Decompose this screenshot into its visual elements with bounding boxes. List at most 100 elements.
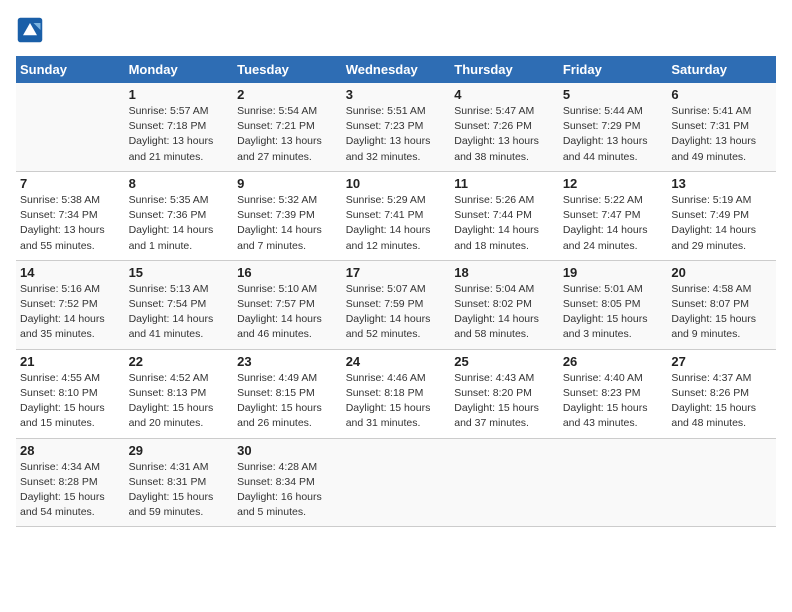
week-row-3: 14 Sunrise: 5:16 AM Sunset: 7:52 PM Dayli… [16, 260, 776, 349]
day-info: Sunrise: 4:49 AM Sunset: 8:15 PM Dayligh… [237, 371, 338, 432]
day-info: Sunrise: 5:19 AM Sunset: 7:49 PM Dayligh… [671, 193, 772, 254]
calendar-cell: 5 Sunrise: 5:44 AM Sunset: 7:29 PM Daylig… [559, 83, 668, 171]
day-info: Sunrise: 4:40 AM Sunset: 8:23 PM Dayligh… [563, 371, 664, 432]
calendar-table: SundayMondayTuesdayWednesdayThursdayFrid… [16, 56, 776, 527]
day-number: 1 [129, 87, 230, 102]
day-info: Sunrise: 5:16 AM Sunset: 7:52 PM Dayligh… [20, 282, 121, 343]
week-row-5: 28 Sunrise: 4:34 AM Sunset: 8:28 PM Dayli… [16, 438, 776, 527]
day-number: 18 [454, 265, 555, 280]
day-info: Sunrise: 4:31 AM Sunset: 8:31 PM Dayligh… [129, 460, 230, 521]
day-number: 27 [671, 354, 772, 369]
calendar-cell: 25 Sunrise: 4:43 AM Sunset: 8:20 PM Dayli… [450, 349, 559, 438]
calendar-cell: 8 Sunrise: 5:35 AM Sunset: 7:36 PM Daylig… [125, 171, 234, 260]
day-info: Sunrise: 5:26 AM Sunset: 7:44 PM Dayligh… [454, 193, 555, 254]
calendar-cell: 12Sunrise: 5:22 AM Sunset: 7:47 PM Dayli… [559, 171, 668, 260]
weekday-header-sunday: Sunday [16, 56, 125, 83]
calendar-cell: 13 Sunrise: 5:19 AM Sunset: 7:49 PM Dayli… [667, 171, 776, 260]
week-row-4: 21 Sunrise: 4:55 AM Sunset: 8:10 PM Dayli… [16, 349, 776, 438]
day-info: Sunrise: 4:34 AM Sunset: 8:28 PM Dayligh… [20, 460, 121, 521]
logo [16, 16, 46, 44]
calendar-cell: 14 Sunrise: 5:16 AM Sunset: 7:52 PM Dayli… [16, 260, 125, 349]
calendar-cell: 3 Sunrise: 5:51 AM Sunset: 7:23 PM Daylig… [342, 83, 451, 171]
day-number: 13 [671, 176, 772, 191]
day-info: Sunrise: 5:44 AM Sunset: 7:29 PM Dayligh… [563, 104, 664, 165]
calendar-cell: 29 Sunrise: 4:31 AM Sunset: 8:31 PM Dayli… [125, 438, 234, 527]
day-number: 3 [346, 87, 447, 102]
day-number: 24 [346, 354, 447, 369]
day-number: 22 [129, 354, 230, 369]
logo-icon [16, 16, 44, 44]
day-number: 6 [671, 87, 772, 102]
day-info: Sunrise: 5:35 AM Sunset: 7:36 PM Dayligh… [129, 193, 230, 254]
day-info: Sunrise: 5:29 AM Sunset: 7:41 PM Dayligh… [346, 193, 447, 254]
calendar-cell: 6 Sunrise: 5:41 AM Sunset: 7:31 PM Daylig… [667, 83, 776, 171]
day-number: 5 [563, 87, 664, 102]
day-info: Sunrise: 4:55 AM Sunset: 8:10 PM Dayligh… [20, 371, 121, 432]
weekday-header-friday: Friday [559, 56, 668, 83]
day-number: 29 [129, 443, 230, 458]
calendar-cell: 21 Sunrise: 4:55 AM Sunset: 8:10 PM Dayli… [16, 349, 125, 438]
day-number: 20 [671, 265, 772, 280]
day-number: 16 [237, 265, 338, 280]
calendar-cell: 23 Sunrise: 4:49 AM Sunset: 8:15 PM Dayli… [233, 349, 342, 438]
day-number: 4 [454, 87, 555, 102]
day-info: Sunrise: 4:37 AM Sunset: 8:26 PM Dayligh… [671, 371, 772, 432]
calendar-cell: 2 Sunrise: 5:54 AM Sunset: 7:21 PM Daylig… [233, 83, 342, 171]
calendar-cell: 16 Sunrise: 5:10 AM Sunset: 7:57 PM Dayli… [233, 260, 342, 349]
weekday-header-thursday: Thursday [450, 56, 559, 83]
day-number: 9 [237, 176, 338, 191]
day-info: Sunrise: 5:32 AM Sunset: 7:39 PM Dayligh… [237, 193, 338, 254]
page-header [16, 16, 776, 44]
day-number: 21 [20, 354, 121, 369]
calendar-cell: 24 Sunrise: 4:46 AM Sunset: 8:18 PM Dayli… [342, 349, 451, 438]
day-info: Sunrise: 4:58 AM Sunset: 8:07 PM Dayligh… [671, 282, 772, 343]
day-info: Sunrise: 5:04 AM Sunset: 8:02 PM Dayligh… [454, 282, 555, 343]
day-number: 2 [237, 87, 338, 102]
day-number: 7 [20, 176, 121, 191]
day-info: Sunrise: 5:10 AM Sunset: 7:57 PM Dayligh… [237, 282, 338, 343]
calendar-cell: 1 Sunrise: 5:57 AM Sunset: 7:18 PM Daylig… [125, 83, 234, 171]
calendar-cell: 28 Sunrise: 4:34 AM Sunset: 8:28 PM Dayli… [16, 438, 125, 527]
day-info: Sunrise: 5:41 AM Sunset: 7:31 PM Dayligh… [671, 104, 772, 165]
day-info: Sunrise: 5:22 AM Sunset: 7:47 PM Dayligh… [563, 193, 664, 254]
day-info: Sunrise: 5:01 AM Sunset: 8:05 PM Dayligh… [563, 282, 664, 343]
day-number: 15 [129, 265, 230, 280]
weekday-header-wednesday: Wednesday [342, 56, 451, 83]
calendar-cell [559, 438, 668, 527]
calendar-cell: 15 Sunrise: 5:13 AM Sunset: 7:54 PM Dayli… [125, 260, 234, 349]
calendar-cell: 20 Sunrise: 4:58 AM Sunset: 8:07 PM Dayli… [667, 260, 776, 349]
calendar-cell [450, 438, 559, 527]
day-info: Sunrise: 5:38 AM Sunset: 7:34 PM Dayligh… [20, 193, 121, 254]
day-info: Sunrise: 4:43 AM Sunset: 8:20 PM Dayligh… [454, 371, 555, 432]
calendar-cell [16, 83, 125, 171]
calendar-cell: 7 Sunrise: 5:38 AM Sunset: 7:34 PM Daylig… [16, 171, 125, 260]
calendar-cell [342, 438, 451, 527]
day-info: Sunrise: 5:13 AM Sunset: 7:54 PM Dayligh… [129, 282, 230, 343]
day-info: Sunrise: 4:52 AM Sunset: 8:13 PM Dayligh… [129, 371, 230, 432]
calendar-cell: 4 Sunrise: 5:47 AM Sunset: 7:26 PM Daylig… [450, 83, 559, 171]
day-info: Sunrise: 4:28 AM Sunset: 8:34 PM Dayligh… [237, 460, 338, 521]
weekday-header-tuesday: Tuesday [233, 56, 342, 83]
day-number: 14 [20, 265, 121, 280]
calendar-cell: 26 Sunrise: 4:40 AM Sunset: 8:23 PM Dayli… [559, 349, 668, 438]
calendar-cell: 30Sunrise: 4:28 AM Sunset: 8:34 PM Dayli… [233, 438, 342, 527]
day-number: 23 [237, 354, 338, 369]
day-number: 28 [20, 443, 121, 458]
weekday-header-saturday: Saturday [667, 56, 776, 83]
calendar-cell: 17Sunrise: 5:07 AM Sunset: 7:59 PM Dayli… [342, 260, 451, 349]
day-number: 26 [563, 354, 664, 369]
calendar-cell: 19Sunrise: 5:01 AM Sunset: 8:05 PM Dayli… [559, 260, 668, 349]
weekday-header-monday: Monday [125, 56, 234, 83]
week-row-2: 7 Sunrise: 5:38 AM Sunset: 7:34 PM Daylig… [16, 171, 776, 260]
day-info: Sunrise: 5:54 AM Sunset: 7:21 PM Dayligh… [237, 104, 338, 165]
day-info: Sunrise: 4:46 AM Sunset: 8:18 PM Dayligh… [346, 371, 447, 432]
day-info: Sunrise: 5:47 AM Sunset: 7:26 PM Dayligh… [454, 104, 555, 165]
calendar-cell: 22 Sunrise: 4:52 AM Sunset: 8:13 PM Dayli… [125, 349, 234, 438]
weekday-header-row: SundayMondayTuesdayWednesdayThursdayFrid… [16, 56, 776, 83]
day-number: 25 [454, 354, 555, 369]
day-number: 8 [129, 176, 230, 191]
calendar-cell: 10Sunrise: 5:29 AM Sunset: 7:41 PM Dayli… [342, 171, 451, 260]
day-number: 11 [454, 176, 555, 191]
day-info: Sunrise: 5:51 AM Sunset: 7:23 PM Dayligh… [346, 104, 447, 165]
day-info: Sunrise: 5:57 AM Sunset: 7:18 PM Dayligh… [129, 104, 230, 165]
